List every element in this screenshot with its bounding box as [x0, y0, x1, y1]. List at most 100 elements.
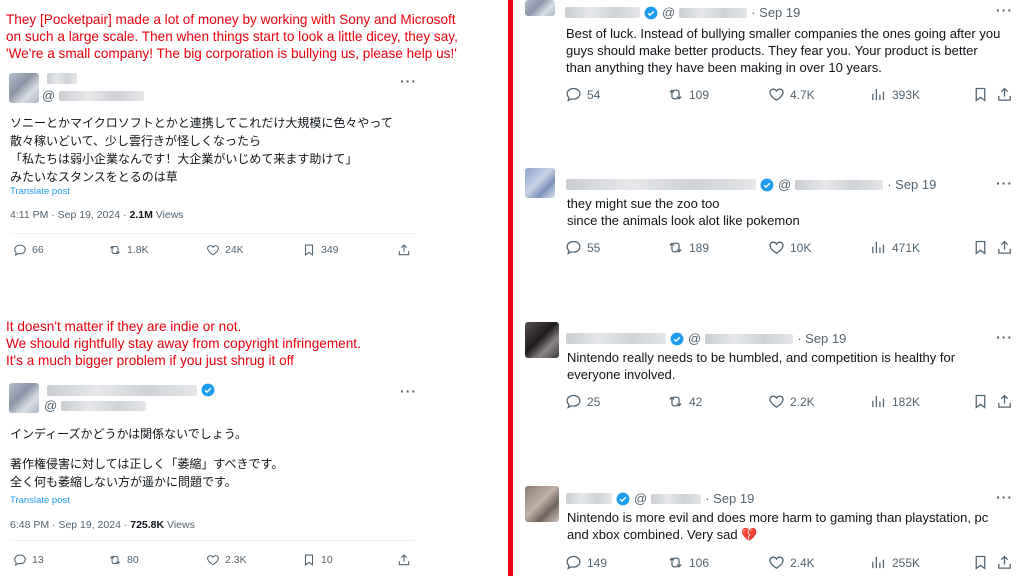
views-count[interactable]: 471K [870, 239, 972, 256]
views-icon [870, 554, 887, 571]
bookmark-button[interactable]: 10 [302, 553, 397, 567]
share-button[interactable] [996, 393, 1013, 410]
blurred-handle [679, 7, 748, 18]
reply-text: Nintendo really needs to be humbled, and… [567, 350, 956, 382]
divider-line [10, 540, 415, 541]
like-button[interactable]: 2.2K [768, 393, 870, 410]
bookmark-icon [302, 553, 316, 567]
reply-text: they might sue the zoo too since the ani… [567, 196, 800, 228]
bookmark-button[interactable]: 349 [302, 243, 397, 257]
more-icon[interactable]: ··· [400, 383, 417, 399]
red-divider [508, 0, 513, 576]
more-icon[interactable]: ··· [996, 2, 1013, 18]
avatar[interactable] [525, 168, 555, 198]
reply-header[interactable]: @ · Sep 19 [565, 5, 800, 20]
reply-header[interactable]: @ · Sep 19 [566, 331, 846, 346]
blurred-name [47, 73, 77, 84]
repost-button[interactable]: 109 [667, 86, 768, 103]
post-text: ソニーとかマイクロソフトとかと連携してこれだけ大規模に色々やって 散々稼いどいて… [10, 116, 393, 184]
views-icon [870, 86, 887, 103]
post-timestamp: 4:11 PM · Sep 19, 2024 · 2.1M Views [10, 209, 184, 221]
repost-button[interactable]: 189 [667, 239, 768, 256]
repost-button[interactable]: 1.8K [108, 243, 206, 257]
bookmark-icon [972, 86, 989, 103]
post-handle[interactable]: @ [44, 398, 147, 413]
repost-button[interactable]: 80 [108, 553, 206, 567]
like-icon [768, 393, 785, 410]
repost-icon [667, 239, 684, 256]
reply-button[interactable]: 149 [565, 554, 667, 571]
reply-text: Nintendo is more evil and does more harm… [567, 510, 989, 542]
reply-button[interactable]: 13 [13, 553, 108, 567]
reply-icon [565, 393, 582, 410]
reply-button[interactable]: 25 [565, 393, 667, 410]
share-button[interactable] [397, 553, 411, 567]
share-button[interactable] [996, 554, 1013, 571]
bookmark-button[interactable] [972, 86, 996, 103]
verified-icon [644, 6, 658, 19]
more-icon[interactable]: ··· [996, 329, 1013, 345]
blurred-name [566, 333, 666, 344]
views-count[interactable]: 255K [870, 554, 972, 571]
like-button[interactable]: 4.7K [768, 86, 870, 103]
reply-text: Best of luck. Instead of bullying smalle… [566, 26, 1001, 75]
blurred-handle [61, 400, 147, 411]
blurred-name [566, 179, 756, 190]
avatar[interactable] [525, 322, 559, 358]
more-icon[interactable]: ··· [996, 489, 1013, 505]
post-timestamp: 6:48 PM · Sep 19, 2024 · 725.8K Views [10, 519, 195, 531]
caption-note-2: It doesn't matter if they are indie or n… [6, 319, 361, 368]
reply-icon [565, 86, 582, 103]
views-count[interactable]: 182K [870, 393, 972, 410]
post-author[interactable] [47, 383, 215, 397]
translate-post-link[interactable]: Translate post [10, 186, 70, 197]
verified-icon [670, 332, 684, 345]
share-button[interactable] [996, 239, 1013, 256]
repost-button[interactable]: 42 [667, 393, 768, 410]
reply-actions: 54 109 4.7K 393K [565, 86, 1013, 103]
reply-button[interactable]: 55 [565, 239, 667, 256]
like-button[interactable]: 2.3K [206, 553, 302, 567]
like-icon [206, 243, 220, 257]
avatar[interactable] [525, 0, 555, 16]
reply-header[interactable]: @ · Sep 19 [566, 177, 936, 192]
avatar[interactable] [9, 73, 39, 103]
reply-icon [565, 239, 582, 256]
views-count[interactable]: 393K [870, 86, 972, 103]
bookmark-button[interactable] [972, 393, 996, 410]
repost-icon [667, 393, 684, 410]
bookmark-icon [972, 239, 989, 256]
reply-button[interactable]: 66 [13, 243, 108, 257]
more-icon[interactable]: ··· [996, 175, 1013, 191]
verified-icon [760, 178, 774, 191]
post-handle[interactable]: @ [42, 88, 145, 103]
bookmark-button[interactable] [972, 554, 996, 571]
share-button[interactable] [996, 86, 1013, 103]
share-icon [996, 393, 1013, 410]
post-actions: 66 1.8K 24K 349 [13, 243, 411, 257]
avatar[interactable] [9, 383, 39, 413]
like-button[interactable]: 2.4K [768, 554, 870, 571]
post-actions: 13 80 2.3K 10 [13, 553, 411, 567]
blurred-name [566, 493, 612, 504]
reply-header[interactable]: @ · Sep 19 [566, 491, 754, 506]
post-author[interactable] [47, 73, 77, 84]
verified-icon [201, 383, 215, 397]
like-button[interactable]: 24K [206, 243, 302, 257]
caption-note-1: They [Pocketpair] made a lot of money by… [6, 12, 458, 61]
like-button[interactable]: 10K [768, 239, 870, 256]
reply-icon [13, 243, 27, 257]
repost-button[interactable]: 106 [667, 554, 768, 571]
more-icon[interactable]: ··· [400, 73, 417, 89]
avatar[interactable] [525, 486, 559, 522]
divider-line [10, 233, 415, 234]
blurred-name [47, 384, 197, 396]
reply-button[interactable]: 54 [565, 86, 667, 103]
repost-icon [667, 554, 684, 571]
share-icon [397, 553, 411, 567]
translate-post-link[interactable]: Translate post [10, 495, 70, 506]
share-button[interactable] [397, 243, 411, 257]
blurred-handle [795, 179, 884, 190]
bookmark-button[interactable] [972, 239, 996, 256]
like-icon [768, 554, 785, 571]
